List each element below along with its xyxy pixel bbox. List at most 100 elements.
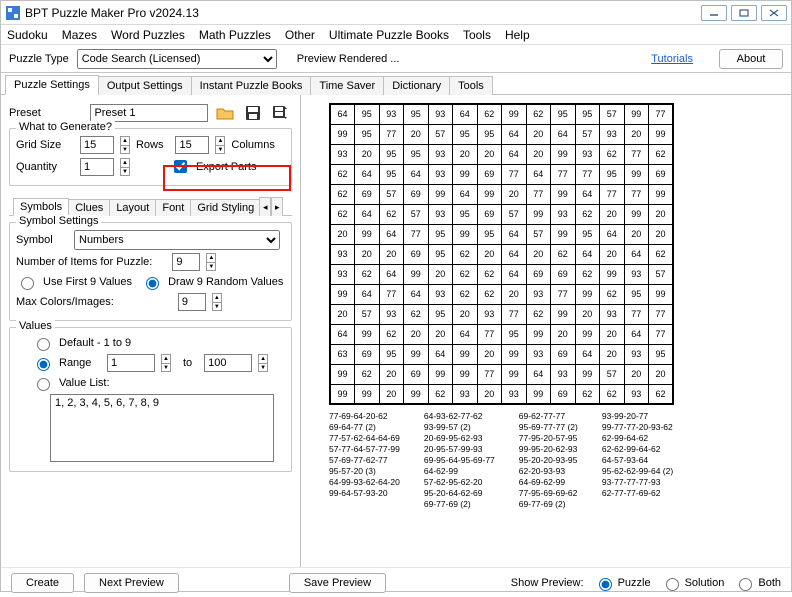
grid-cell: 20 (379, 244, 404, 264)
tab-tools[interactable]: Tools (449, 76, 493, 95)
save-preview-button[interactable]: Save Preview (289, 573, 386, 593)
close-button[interactable] (761, 5, 787, 21)
grid-cell: 20 (600, 344, 625, 364)
tab-dictionary[interactable]: Dictionary (383, 76, 450, 95)
grid-cell: 77 (502, 164, 527, 184)
grid-cell: 99 (551, 224, 576, 244)
grid-cell: 62 (453, 244, 478, 264)
grid-cell: 77 (502, 304, 527, 324)
quantity-input[interactable] (80, 158, 114, 176)
subtab-scroll-left[interactable]: ◂ (259, 197, 271, 216)
puzzle-type-select[interactable]: Code Search (Licensed) (77, 49, 277, 69)
about-button[interactable]: About (719, 49, 783, 69)
create-button[interactable]: Create (11, 573, 74, 593)
next-preview-button[interactable]: Next Preview (84, 573, 179, 593)
grid-cell: 64 (575, 244, 600, 264)
grid-cell: 93 (575, 144, 600, 164)
grid-cell: 99 (551, 304, 576, 324)
tab-output-settings[interactable]: Output Settings (98, 76, 192, 95)
symbol-legend: Symbol Settings (16, 215, 101, 227)
grid-cell: 62 (649, 384, 674, 404)
grid-cell: 57 (600, 364, 625, 384)
grid-cell: 62 (355, 264, 380, 284)
save-as-icon[interactable] (270, 102, 292, 124)
subtab-symbols[interactable]: Symbols (13, 198, 69, 216)
grid-cell: 95 (355, 124, 380, 144)
draw-random-radio[interactable] (146, 277, 159, 290)
items-input[interactable] (172, 253, 200, 271)
grid-cell: 77 (477, 324, 502, 344)
grid-cell: 62 (526, 104, 551, 124)
grid-cell: 64 (526, 164, 551, 184)
export-parts-label: Export Parts (196, 161, 257, 173)
value-list-radio[interactable] (37, 378, 50, 391)
tab-instant-puzzle-books[interactable]: Instant Puzzle Books (191, 76, 312, 95)
grid-cell: 64 (355, 164, 380, 184)
menu-word-puzzles[interactable]: Word Puzzles (111, 28, 185, 42)
grid-cell: 20 (379, 384, 404, 404)
grid-cell: 20 (551, 324, 576, 344)
grid-cell: 99 (649, 124, 674, 144)
export-parts-checkbox[interactable] (174, 160, 187, 173)
grid-cell: 95 (428, 304, 453, 324)
minimize-button[interactable] (701, 5, 727, 21)
tab-puzzle-settings[interactable]: Puzzle Settings (5, 75, 99, 95)
subtab-font[interactable]: Font (155, 199, 191, 216)
tab-time-saver[interactable]: Time Saver (310, 76, 384, 95)
grid-cell: 64 (453, 104, 478, 124)
grid-cell: 93 (624, 264, 649, 284)
grid-cell: 69 (477, 164, 502, 184)
range-radio[interactable] (37, 358, 50, 371)
grid-cell: 95 (477, 124, 502, 144)
menu-math-puzzles[interactable]: Math Puzzles (199, 28, 271, 42)
grid-cell: 99 (551, 184, 576, 204)
show-both-radio[interactable] (739, 578, 752, 591)
show-puzzle-radio[interactable] (599, 578, 612, 591)
cols-input[interactable] (175, 136, 209, 154)
use-first-radio[interactable] (21, 277, 34, 290)
menu-help[interactable]: Help (505, 28, 530, 42)
grid-cell: 77 (551, 164, 576, 184)
menu-other[interactable]: Other (285, 28, 315, 42)
value-list-textarea[interactable]: 1, 2, 3, 4, 5, 6, 7, 8, 9 (50, 394, 274, 462)
grid-cell: 99 (502, 364, 527, 384)
grid-cell: 20 (428, 324, 453, 344)
grid-cell: 99 (649, 284, 674, 304)
subtab-scroll-right[interactable]: ▸ (271, 197, 283, 216)
grid-cell: 64 (502, 264, 527, 284)
max-colors-input[interactable] (178, 293, 206, 311)
grid-cell: 95 (428, 224, 453, 244)
menu-tools[interactable]: Tools (463, 28, 491, 42)
range-to-input[interactable] (204, 354, 252, 372)
grid-cell: 64 (575, 184, 600, 204)
grid-cell: 69 (477, 204, 502, 224)
range-from-input[interactable] (107, 354, 155, 372)
subtab-clues[interactable]: Clues (68, 199, 110, 216)
grid-cell: 64 (404, 164, 429, 184)
grid-cell: 57 (600, 104, 625, 124)
grid-cell: 20 (624, 224, 649, 244)
grid-cell: 62 (453, 284, 478, 304)
grid-cell: 95 (453, 124, 478, 144)
grid-cell: 95 (379, 344, 404, 364)
save-icon[interactable] (242, 102, 264, 124)
preset-input[interactable] (90, 104, 208, 122)
default-radio[interactable] (37, 338, 50, 351)
maximize-button[interactable] (731, 5, 757, 21)
menu-mazes[interactable]: Mazes (62, 28, 97, 42)
rows-input[interactable] (80, 136, 114, 154)
grid-cell: 20 (477, 384, 502, 404)
subtab-layout[interactable]: Layout (109, 199, 156, 216)
menu-sudoku[interactable]: Sudoku (7, 28, 48, 42)
grid-cell: 20 (379, 364, 404, 384)
show-solution-radio[interactable] (666, 578, 679, 591)
subtab-grid-styling[interactable]: Grid Styling (190, 199, 261, 216)
open-icon[interactable] (214, 102, 236, 124)
grid-cell: 64 (600, 224, 625, 244)
menu-ultimate-puzzle-books[interactable]: Ultimate Puzzle Books (329, 28, 449, 42)
symbol-select[interactable]: Numbers (74, 230, 280, 250)
tutorials-link[interactable]: Tutorials (651, 53, 693, 65)
grid-cell: 62 (477, 104, 502, 124)
grid-cell: 20 (600, 204, 625, 224)
app-icon (5, 5, 21, 21)
